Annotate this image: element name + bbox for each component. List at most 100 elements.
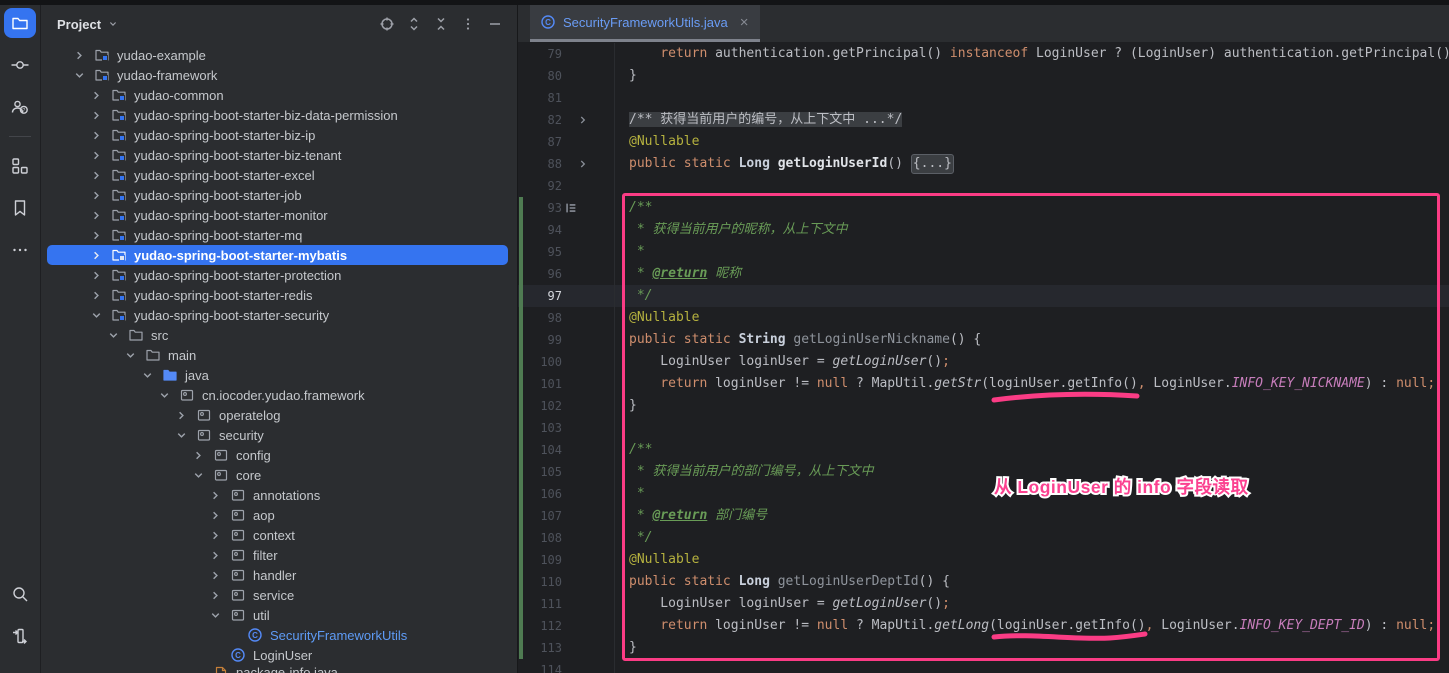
chevron-right-icon[interactable] <box>89 147 111 163</box>
tree-item-yudao-spring-boot-starter-excel[interactable]: yudao-spring-boot-starter-excel <box>41 165 517 185</box>
code-line-79[interactable]: 79 return authentication.getPrincipal() … <box>518 43 1449 65</box>
chevron-right-icon[interactable] <box>191 447 213 463</box>
line-number[interactable]: 101 <box>518 373 562 395</box>
line-number[interactable]: 103 <box>518 417 562 439</box>
line-number[interactable]: 99 <box>518 329 562 351</box>
chevron-right-icon[interactable] <box>89 287 111 303</box>
chevron-right-icon[interactable] <box>89 167 111 183</box>
code-line-88[interactable]: 88public static Long getLoginUserId() {.… <box>518 153 1449 175</box>
chevron-right-icon[interactable] <box>208 527 230 543</box>
line-number[interactable]: 94 <box>518 219 562 241</box>
tree-item-config[interactable]: config <box>41 445 517 465</box>
code-line-110[interactable]: 110public static Long getLoginUserDeptId… <box>518 571 1449 593</box>
code-line-107[interactable]: 107 * @return 部门编号 <box>518 505 1449 527</box>
chevron-down-icon[interactable] <box>107 18 119 30</box>
chevron-right-icon[interactable] <box>174 407 196 423</box>
tree-item-yudao-spring-boot-starter-security[interactable]: yudao-spring-boot-starter-security <box>41 305 517 325</box>
code-line-94[interactable]: 94 * 获得当前用户的昵称，从上下文中 <box>518 219 1449 241</box>
activitybar-more-tools-button[interactable] <box>4 235 36 265</box>
line-number[interactable]: 87 <box>518 131 562 153</box>
code-line-95[interactable]: 95 * <box>518 241 1449 263</box>
chevron-right-icon[interactable] <box>208 487 230 503</box>
tree-item-yudao-spring-boot-starter-redis[interactable]: yudao-spring-boot-starter-redis <box>41 285 517 305</box>
tree-item-yudao-framework[interactable]: yudao-framework <box>41 65 517 85</box>
line-number[interactable]: 80 <box>518 65 562 87</box>
line-number[interactable]: 81 <box>518 87 562 109</box>
locate-file-button[interactable] <box>375 12 399 36</box>
activitybar-structure-button[interactable] <box>4 151 36 181</box>
tree-item-aop[interactable]: aop <box>41 505 517 525</box>
line-number[interactable]: 107 <box>518 505 562 527</box>
tree-item-src[interactable]: src <box>41 325 517 345</box>
tree-item-annotations[interactable]: annotations <box>41 485 517 505</box>
tree-item-loginuser[interactable]: CLoginUser <box>41 645 517 665</box>
tree-item-yudao-spring-boot-starter-biz-ip[interactable]: yudao-spring-boot-starter-biz-ip <box>41 125 517 145</box>
line-number[interactable]: 100 <box>518 351 562 373</box>
code-line-113[interactable]: 113} <box>518 637 1449 659</box>
chevron-down-icon[interactable] <box>174 427 196 443</box>
code-line-103[interactable]: 103 <box>518 417 1449 439</box>
tree-item-yudao-spring-boot-starter-biz-tenant[interactable]: yudao-spring-boot-starter-biz-tenant <box>41 145 517 165</box>
chevron-down-icon[interactable] <box>106 327 128 343</box>
tree-item-handler[interactable]: handler <box>41 565 517 585</box>
tree-item-context[interactable]: context <box>41 525 517 545</box>
chevron-right-icon[interactable] <box>89 207 111 223</box>
code-line-102[interactable]: 102} <box>518 395 1449 417</box>
tree-item-filter[interactable]: filter <box>41 545 517 565</box>
code-line-93[interactable]: 93/** <box>518 197 1449 219</box>
tree-item-main[interactable]: main <box>41 345 517 365</box>
chevron-right-icon[interactable] <box>89 87 111 103</box>
tree-item-yudao-spring-boot-starter-mybatis[interactable]: yudao-spring-boot-starter-mybatis <box>41 245 517 265</box>
tree-item-yudao-spring-boot-starter-mq[interactable]: yudao-spring-boot-starter-mq <box>41 225 517 245</box>
chevron-right-icon[interactable] <box>89 267 111 283</box>
code-line-98[interactable]: 98@Nullable <box>518 307 1449 329</box>
tree-item-service[interactable]: service <box>41 585 517 605</box>
activitybar-commit-button[interactable] <box>4 50 36 80</box>
expand-all-button[interactable] <box>402 12 426 36</box>
line-number[interactable]: 93 <box>518 197 562 219</box>
chevron-right-icon[interactable] <box>89 227 111 243</box>
code-line-97[interactable]: 97 */ <box>518 285 1449 307</box>
line-number[interactable]: 96 <box>518 263 562 285</box>
tree-item-util[interactable]: util <box>41 605 517 625</box>
code-line-114[interactable]: 114 <box>518 659 1449 673</box>
line-number[interactable]: 88 <box>518 153 562 175</box>
tree-item-security[interactable]: security <box>41 425 517 445</box>
code-line-111[interactable]: 111 LoginUser loginUser = getLoginUser()… <box>518 593 1449 615</box>
code-line-99[interactable]: 99public static String getLoginUserNickn… <box>518 329 1449 351</box>
line-number[interactable]: 108 <box>518 527 562 549</box>
activitybar-pull-requests-button[interactable]: ? <box>4 92 36 122</box>
chevron-right-icon[interactable] <box>89 127 111 143</box>
line-number[interactable]: 97 <box>518 285 562 307</box>
line-number[interactable]: 95 <box>518 241 562 263</box>
code-line-108[interactable]: 108 */ <box>518 527 1449 549</box>
tree-item-operatelog[interactable]: operatelog <box>41 405 517 425</box>
line-number[interactable]: 106 <box>518 483 562 505</box>
chevron-right-icon[interactable] <box>89 247 111 263</box>
options-button[interactable] <box>456 12 480 36</box>
line-number[interactable]: 104 <box>518 439 562 461</box>
chevron-down-icon[interactable] <box>140 367 162 383</box>
chevron-right-icon[interactable] <box>208 547 230 563</box>
chevron-down-icon[interactable] <box>123 347 145 363</box>
code-line-80[interactable]: 80} <box>518 65 1449 87</box>
tree-item-core[interactable]: core <box>41 465 517 485</box>
tree-item-yudao-common[interactable]: yudao-common <box>41 85 517 105</box>
tree-item-securityframeworkutils[interactable]: CSecurityFrameworkUtils <box>41 625 517 645</box>
line-number[interactable]: 92 <box>518 175 562 197</box>
code-line-112[interactable]: 112 return loginUser != null ? MapUtil.g… <box>518 615 1449 637</box>
line-number[interactable]: 113 <box>518 637 562 659</box>
chevron-right-icon[interactable] <box>208 507 230 523</box>
close-tab-icon[interactable]: × <box>738 15 751 30</box>
chevron-down-icon[interactable] <box>89 307 111 323</box>
chevron-down-icon[interactable] <box>157 387 179 403</box>
tree-item-yudao-spring-boot-starter-protection[interactable]: yudao-spring-boot-starter-protection <box>41 265 517 285</box>
activitybar-navigation-button[interactable] <box>4 621 36 651</box>
code-line-82[interactable]: 82/** 获得当前用户的编号，从上下文中 ...*/ <box>518 109 1449 131</box>
collapse-all-button[interactable] <box>429 12 453 36</box>
code-line-92[interactable]: 92 <box>518 175 1449 197</box>
line-number[interactable]: 112 <box>518 615 562 637</box>
line-number[interactable]: 98 <box>518 307 562 329</box>
tree-item-java[interactable]: java <box>41 365 517 385</box>
code-line-109[interactable]: 109@Nullable <box>518 549 1449 571</box>
